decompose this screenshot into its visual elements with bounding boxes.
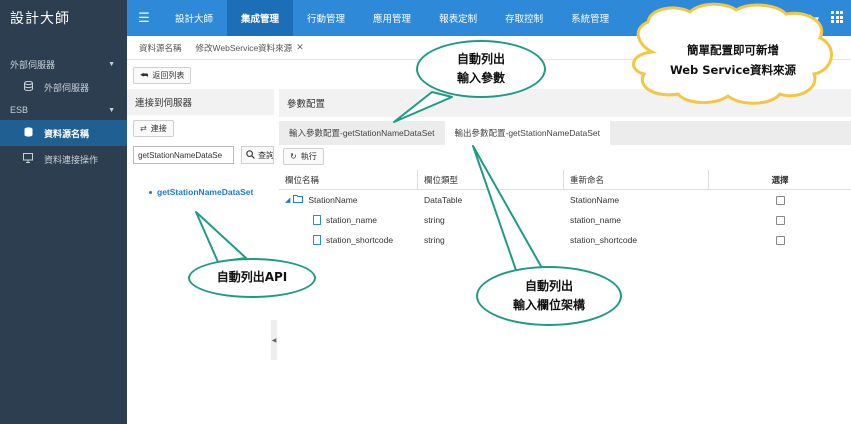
field-rename[interactable]: StationName xyxy=(564,195,709,205)
select-checkbox[interactable] xyxy=(775,195,785,205)
sidebar-group-external-server[interactable]: 外部伺服器 ▼ xyxy=(0,54,127,74)
callout-line: Web Service資料來源 xyxy=(669,63,797,77)
sidebar-item-label: 外部伺服器 xyxy=(44,82,90,93)
sidebar-group-label: ESB xyxy=(10,105,29,115)
callout-line: 簡單配置即可新增 xyxy=(687,43,779,58)
tab-edit-webservice[interactable]: 修改WebService資料來源 ✕ xyxy=(196,42,304,54)
sidebar-item-label: 資料連接操作 xyxy=(44,154,99,165)
back-arrow-icon: ⮪ xyxy=(140,70,149,80)
close-icon[interactable]: ✕ xyxy=(296,42,304,53)
back-to-list-button[interactable]: ⮪ 返回列表 xyxy=(133,67,192,84)
field-rename[interactable]: station_name xyxy=(564,215,709,225)
apps-grid-icon[interactable] xyxy=(831,11,843,23)
field-name: station_name xyxy=(326,215,378,225)
table-header: 欄位名稱 欄位類型 重新命名 選擇 xyxy=(279,169,851,190)
file-icon xyxy=(313,235,321,245)
field-grid: 欄位名稱 欄位類型 重新命名 選擇 ◢ StationName DataTabl… xyxy=(279,169,851,250)
nav-item-application[interactable]: 應用管理 xyxy=(359,0,425,36)
table-row[interactable]: station_shortcode string station_shortco… xyxy=(279,230,851,250)
monitor-icon xyxy=(22,153,34,165)
column-header: 欄位名稱 xyxy=(279,169,418,190)
button-label: 執行 xyxy=(300,152,317,161)
api-name: getStationNameDataSet xyxy=(157,187,254,197)
nav-item-designer[interactable]: 設計大師 xyxy=(161,0,227,36)
search-button[interactable]: 查詢 xyxy=(241,146,274,164)
field-name: station_shortcode xyxy=(326,235,394,245)
tab-output-params[interactable]: 輸出參數配置-getStationNameDataSet xyxy=(444,121,610,145)
cloud-callout: 簡單配置即可新增 Web Service資料來源 xyxy=(648,30,818,92)
button-label: 連接 xyxy=(150,124,167,133)
api-list-item[interactable]: getStationNameDataSet xyxy=(149,187,253,197)
callout-schema: 自動列出輸入欄位架構 xyxy=(476,266,622,326)
column-header: 重新命名 xyxy=(564,169,709,190)
select-checkbox[interactable] xyxy=(775,215,785,225)
field-type: string xyxy=(424,235,445,245)
tab-datasource-name[interactable]: 資料源名稱 xyxy=(139,42,182,54)
database-icon xyxy=(22,80,34,93)
callout-api: 自動列出API xyxy=(188,258,316,298)
sidebar: 設計大師 外部伺服器 ▼ 外部伺服器 ESB ▼ 資料源名稱 資料連接操作 xyxy=(0,0,127,424)
caret-down-icon: ▼ xyxy=(108,106,115,114)
parameter-panel: 參數配置 輸入參數配置-getStationNameDataSet 輸出參數配置… xyxy=(279,89,851,424)
sidebar-group-label: 外部伺服器 xyxy=(10,59,56,70)
tab-input-params[interactable]: 輸入參數配置-getStationNameDataSet xyxy=(279,121,445,145)
swap-icon: ⇄ xyxy=(140,124,147,133)
menu-icon[interactable]: ☰ xyxy=(127,10,161,26)
field-type: string xyxy=(424,215,445,225)
tab-label: 資料源名稱 xyxy=(139,42,182,53)
sidebar-item-datasource-name[interactable]: 資料源名稱 xyxy=(0,120,127,146)
panel-splitter[interactable]: ◀ xyxy=(271,320,277,360)
folder-open-icon xyxy=(293,195,304,205)
callout-line: 自動列出 xyxy=(456,51,505,66)
run-button[interactable]: ↻ 執行 xyxy=(283,148,324,165)
nav-item-system[interactable]: 系統管理 xyxy=(557,0,623,36)
caret-down-icon: ▼ xyxy=(108,60,115,68)
callout-input-params: 自動列出 輸入參數 xyxy=(416,40,546,98)
field-rename[interactable]: station_shortcode xyxy=(564,235,709,245)
callout-line: 自動列出 xyxy=(524,278,573,293)
table-row[interactable]: ◢ StationName DataTable StationName xyxy=(279,190,851,210)
nav-item-report[interactable]: 報表定制 xyxy=(425,0,491,36)
nav-item-access-control[interactable]: 存取控制 xyxy=(491,0,557,36)
sidebar-item-data-connection[interactable]: 資料連接操作 xyxy=(0,146,127,172)
sidebar-item-external-server[interactable]: 外部伺服器 xyxy=(0,74,127,100)
app-logo: 設計大師 xyxy=(10,11,70,27)
select-checkbox[interactable] xyxy=(775,235,785,245)
connect-button[interactable]: ⇄ 連接 xyxy=(133,120,174,137)
database-icon xyxy=(22,127,34,139)
column-header: 選擇 xyxy=(771,174,789,185)
table-row[interactable]: station_name string station_name xyxy=(279,210,851,230)
nav-item-integration[interactable]: 集成管理 xyxy=(227,0,294,36)
sidebar-group-esb[interactable]: ESB ▼ xyxy=(0,100,127,120)
field-type: DataTable xyxy=(424,195,463,205)
button-label: 查詢 xyxy=(258,150,274,160)
callout-line: 輸入欄位架構 xyxy=(512,298,585,312)
search-icon xyxy=(246,149,255,161)
param-tabs: 輸入參數配置-getStationNameDataSet 輸出參數配置-getS… xyxy=(279,121,851,145)
callout-line: 自動列出API xyxy=(216,270,288,285)
panel-title: 連接到伺服器 xyxy=(127,89,274,115)
tab-label: 修改WebService資料來源 xyxy=(195,42,293,53)
panel-title: 參數配置 xyxy=(279,89,851,117)
button-label: 返回列表 xyxy=(152,71,185,80)
column-header: 欄位類型 xyxy=(418,169,564,190)
file-icon xyxy=(313,215,321,225)
search-input[interactable] xyxy=(133,146,234,164)
field-name: StationName xyxy=(308,195,358,205)
sidebar-item-label: 資料源名稱 xyxy=(44,128,90,139)
nav-item-mobile[interactable]: 行動管理 xyxy=(293,0,359,36)
expand-triangle-icon[interactable]: ◢ xyxy=(285,196,290,204)
callout-line: 輸入參數 xyxy=(456,71,505,85)
bullet-icon xyxy=(149,190,152,194)
refresh-icon: ↻ xyxy=(290,152,297,161)
connection-panel: 連接到伺服器 ⇄ 連接 查詢 getStationNameDataSet xyxy=(127,89,274,424)
